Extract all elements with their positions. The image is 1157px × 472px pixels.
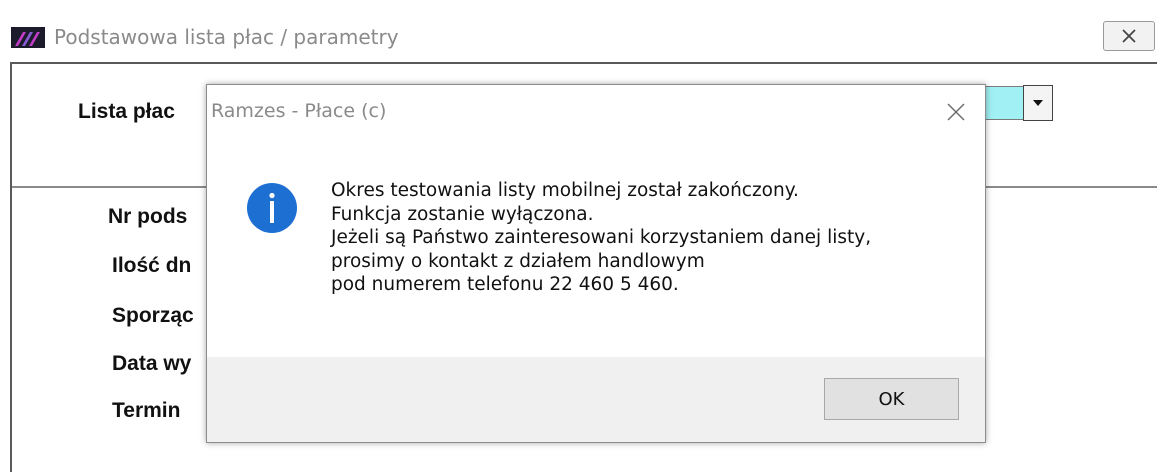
message-line: Okres testowania listy mobilnej został z… xyxy=(331,180,799,201)
message-line: Jeżeli są Państwo zainteresowani korzyst… xyxy=(331,227,872,248)
dialog-message: Okres testowania listy mobilnej został z… xyxy=(331,179,871,297)
parent-window-title: Podstawowa lista płac / parametry xyxy=(54,25,399,49)
message-dialog: Ramzes - Płace (c) Okres testowania list… xyxy=(206,84,986,443)
message-line: pod numerem telefonu 22 460 5 460. xyxy=(331,274,679,295)
field-label-ilosc: Ilość dn xyxy=(112,254,192,277)
message-line: Funkcja zostanie wyłączona. xyxy=(331,203,594,225)
parent-close-button[interactable] xyxy=(1103,21,1155,51)
info-icon xyxy=(247,183,297,233)
dialog-title: Ramzes - Płace (c) xyxy=(211,100,387,122)
field-label-termin: Termin xyxy=(112,399,181,422)
parent-titlebar: Podstawowa lista płac / parametry xyxy=(0,0,1157,62)
field-label-nr: Nr pods xyxy=(108,205,188,228)
chevron-down-icon xyxy=(1033,100,1043,106)
combo-dropdown-button[interactable] xyxy=(1023,85,1053,121)
dialog-close-button[interactable] xyxy=(938,98,974,128)
field-label-data: Data wy xyxy=(112,352,192,375)
ramzes-app-icon xyxy=(11,27,45,48)
ok-button[interactable]: OK xyxy=(824,378,959,420)
close-x-icon xyxy=(1122,29,1136,43)
lista-plac-label: Lista płac xyxy=(78,100,175,123)
close-icon xyxy=(947,103,965,121)
dialog-footer: OK xyxy=(207,357,985,442)
message-line: prosimy o kontakt z działem handlowym xyxy=(331,250,705,272)
field-label-sporzadzona: Sporząc xyxy=(112,304,194,327)
